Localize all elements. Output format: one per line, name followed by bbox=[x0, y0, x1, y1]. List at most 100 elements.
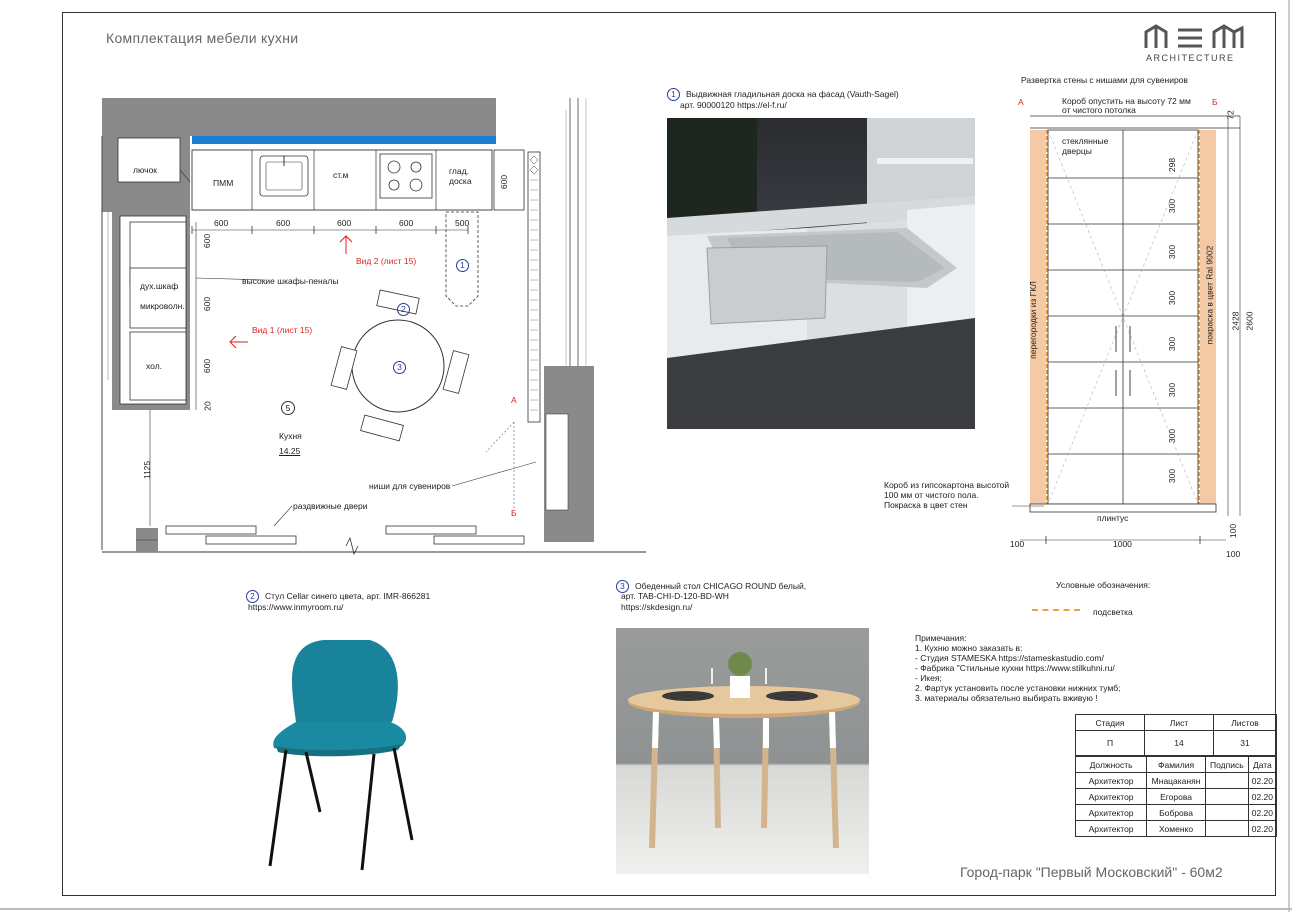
label-stm: ст.м bbox=[333, 170, 349, 180]
ironing-board-photo bbox=[667, 118, 975, 429]
stamp-sheet: 14 bbox=[1144, 730, 1214, 756]
dim-left-1: 600 bbox=[202, 233, 213, 249]
marker-2: 2 bbox=[397, 303, 410, 316]
dim-top-3: 600 bbox=[337, 218, 352, 228]
stamp-signature bbox=[1204, 772, 1249, 789]
niche-column bbox=[527, 151, 541, 423]
floor-box-note-1: Короб из гипсокартона высотой bbox=[884, 480, 1010, 490]
label-luchok: лючок bbox=[133, 165, 158, 175]
chair-bottom bbox=[360, 414, 404, 442]
dim-top-5: 500 bbox=[455, 218, 470, 228]
stamp-col-date: Дата bbox=[1247, 756, 1278, 773]
item3-title: Обеденный стол CHICAGO ROUND белый, bbox=[635, 580, 807, 591]
project-footer: Город-парк "Первый Московский" - 60м2 bbox=[960, 864, 1223, 880]
dim-row-1: 298 bbox=[1167, 157, 1178, 173]
view2-arrow bbox=[339, 235, 353, 254]
notes-title: Примечания: bbox=[915, 633, 967, 643]
stamp-position: Архитектор bbox=[1074, 820, 1148, 837]
dim-row-5: 300 bbox=[1167, 336, 1178, 352]
plinth-label: плинтус bbox=[1097, 513, 1129, 523]
stamp-head-stage: Стадия bbox=[1075, 714, 1145, 731]
stamp-signature bbox=[1204, 804, 1249, 821]
logo-text: ARCHITECTURE bbox=[1146, 53, 1235, 63]
marker-3: 3 bbox=[393, 361, 406, 374]
stamp-date: 02.20 bbox=[1247, 788, 1278, 805]
dim-72: 72 bbox=[1225, 110, 1236, 120]
dim-1125: 1125 bbox=[142, 460, 153, 480]
label-fridge: хол. bbox=[146, 361, 163, 371]
dim-100-right: 100 bbox=[1228, 523, 1239, 539]
ironing-board-illustration bbox=[667, 118, 975, 429]
dim-row-4: 300 bbox=[1167, 290, 1178, 306]
stamp-col-name: Фамилия bbox=[1146, 756, 1206, 773]
note-line-6: 3. материалы обязательно выбирать вживую… bbox=[915, 693, 1098, 703]
legend-lighting-swatch bbox=[1032, 609, 1080, 611]
chair-right bbox=[442, 350, 470, 394]
floor-box-note-2: 100 мм от чистого пола. bbox=[884, 490, 979, 500]
note-line-5: 2. Фартук установить после установки ниж… bbox=[915, 683, 1121, 693]
note-line-1: 1. Кухню можно заказать в: bbox=[915, 643, 1023, 653]
stamp-surname: Егорова bbox=[1146, 788, 1206, 805]
stamp-row: Архитектор Мнацаканян 02.20 bbox=[1074, 772, 1278, 789]
wall-top bbox=[102, 98, 496, 136]
stamp-position: Архитектор bbox=[1074, 788, 1148, 805]
glass-doors-2: дверцы bbox=[1062, 146, 1092, 156]
room-number: 5 bbox=[281, 401, 295, 415]
dim-top-1: 600 bbox=[214, 218, 229, 228]
item1-number: 1 bbox=[667, 88, 680, 101]
label-microwave: микроволн. bbox=[140, 301, 185, 311]
room-name: Кухня bbox=[279, 431, 302, 441]
stamp-date: 02.20 bbox=[1247, 820, 1278, 837]
item3-art: арт. TAB-CHI-D-120-BD-WH bbox=[621, 591, 729, 601]
stamp-surname: Мнацаканян bbox=[1146, 772, 1206, 789]
glass-doors-1: стеклянные bbox=[1062, 136, 1109, 146]
stamp-row: Архитектор Егорова 02.20 bbox=[1074, 788, 1278, 805]
dim-2600: 2600 bbox=[1244, 311, 1255, 331]
item1-title: Выдвижная гладильная доска на фасад (Vau… bbox=[686, 88, 899, 99]
label-pmm: ПММ bbox=[213, 178, 234, 188]
item1-art: арт. 90000120 https://el-f.ru/ bbox=[680, 100, 787, 110]
item2-url: https://www.inmyroom.ru/ bbox=[248, 602, 344, 612]
dim-left-3: 600 bbox=[202, 358, 213, 374]
label-b: Б bbox=[511, 508, 517, 518]
view1-arrow bbox=[229, 335, 248, 349]
label-glad1: глад. bbox=[449, 166, 469, 176]
counter bbox=[191, 149, 493, 211]
page-edge-bottom bbox=[0, 908, 1292, 910]
stamp-col-signature: Подпись bbox=[1204, 756, 1249, 773]
stamp-surname: Хоменко bbox=[1146, 820, 1206, 837]
dining-table-illustration bbox=[628, 652, 860, 849]
dim-top-4: 600 bbox=[399, 218, 414, 228]
dim-side-600: 600 bbox=[499, 174, 510, 190]
note-line-4: - Икея; bbox=[915, 673, 942, 683]
dim-bottom-right: 100 bbox=[1226, 549, 1241, 559]
item3-url: https://skdesign.ru/ bbox=[621, 602, 693, 612]
stamp-date: 02.20 bbox=[1247, 804, 1278, 821]
room-area: 14.25 bbox=[279, 446, 301, 456]
label-view2: Вид 2 (лист 15) bbox=[356, 256, 417, 266]
dim-row-3: 300 bbox=[1167, 244, 1178, 260]
stamp-surname: Боброва bbox=[1146, 804, 1206, 821]
dim-row-8: 300 bbox=[1167, 468, 1178, 484]
dim-top-2: 600 bbox=[276, 218, 291, 228]
elevation-title: Развертка стены с нишами для сувениров bbox=[1021, 75, 1188, 85]
stamp-stage: П bbox=[1075, 730, 1145, 756]
legend-title: Условные обозначения: bbox=[1056, 580, 1151, 590]
label-oven: дух.шкаф bbox=[140, 281, 179, 291]
legend-lighting-label: подсветка bbox=[1093, 607, 1133, 617]
table-photo bbox=[616, 628, 869, 874]
stamp-head-sheets: Листов bbox=[1213, 714, 1277, 731]
countertop-band bbox=[192, 136, 496, 144]
label-view1: Вид 1 (лист 15) bbox=[252, 325, 313, 335]
dim-row-7: 300 bbox=[1167, 428, 1178, 444]
stamp-row: Архитектор Боброва 02.20 bbox=[1074, 804, 1278, 821]
stamp-sheets: 31 bbox=[1213, 730, 1277, 756]
dim-2428: 2428 bbox=[1230, 311, 1241, 331]
dim-left-4: 20 bbox=[202, 401, 213, 411]
stamp-row: Архитектор Хоменко 02.20 bbox=[1074, 820, 1278, 837]
dim-row-6: 300 bbox=[1167, 382, 1178, 398]
logo: ARCHITECTURE bbox=[1142, 22, 1248, 64]
note-line-3: - Фабрика "Стильные кухни https://www.st… bbox=[915, 663, 1115, 673]
label-a: А bbox=[511, 395, 517, 405]
sheet-title: Комплектация мебели кухни bbox=[106, 30, 299, 46]
